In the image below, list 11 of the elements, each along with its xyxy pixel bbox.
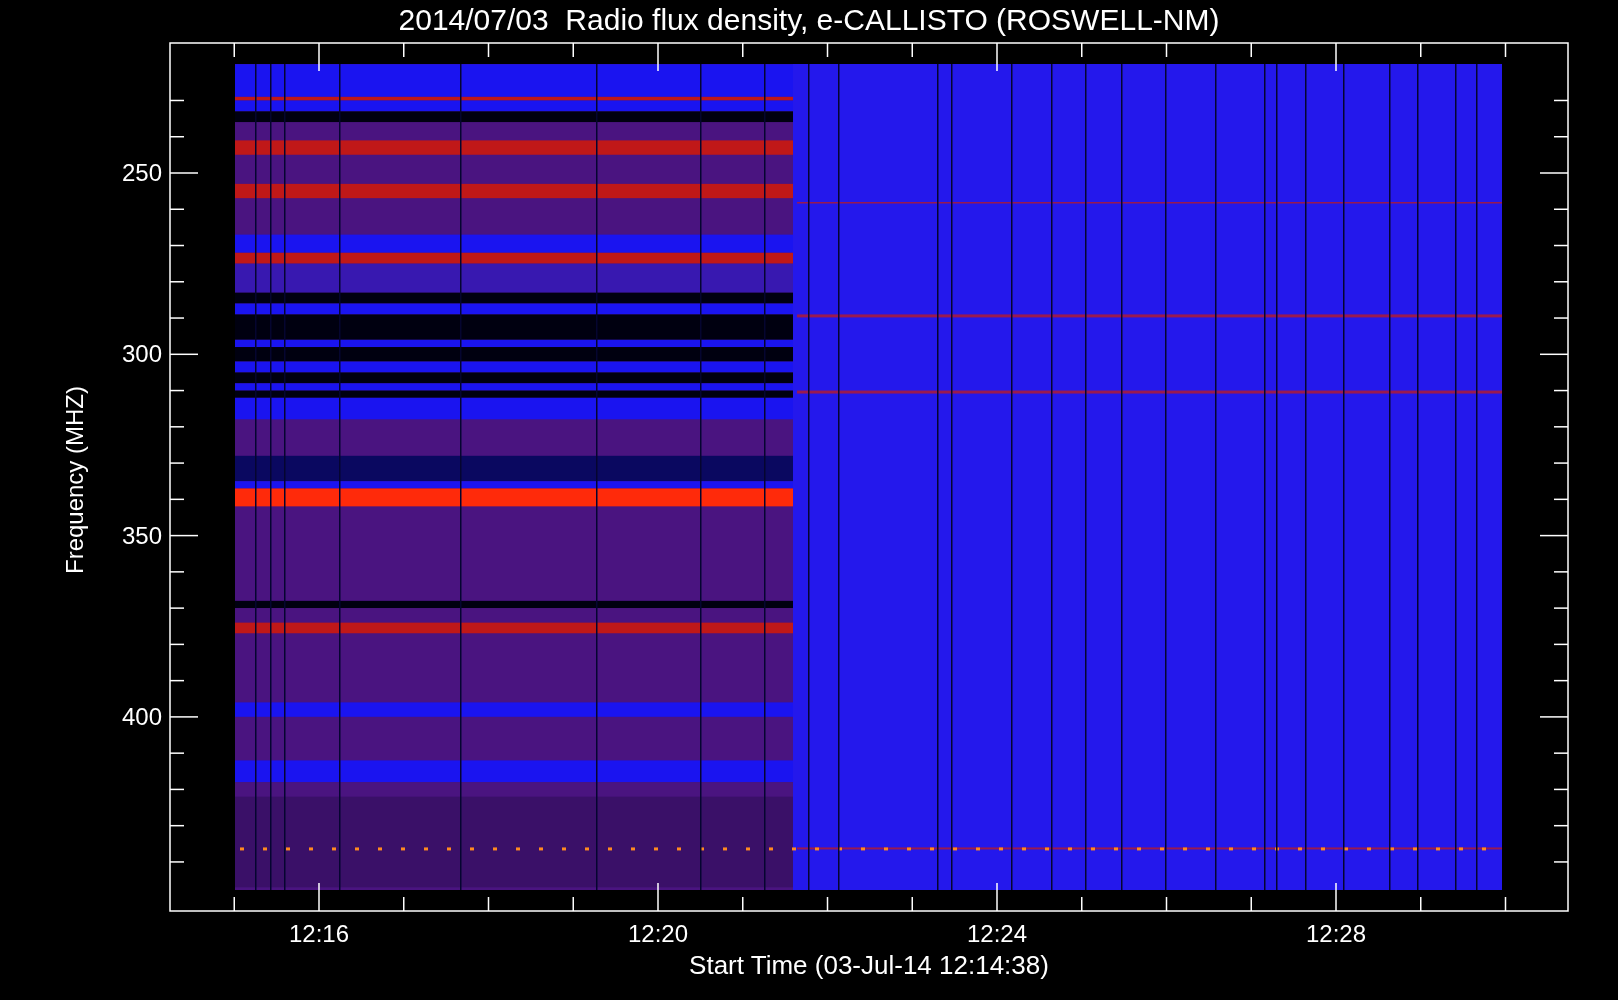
- x-axis-label: Start Time (03-Jul-14 12:14:38): [688, 950, 1050, 980]
- y-tick-label: 400: [120, 702, 162, 731]
- y-axis-label: Frequency (MHZ): [61, 386, 89, 574]
- x-tick-label: 12:20: [626, 920, 690, 948]
- y-tick-label: 250: [120, 159, 162, 187]
- x-tick-label: 12:16: [287, 920, 351, 948]
- x-tick-label: 12:28: [1304, 920, 1368, 948]
- y-tick-label: 300: [120, 340, 162, 369]
- plot-title: 2014/07/03 Radio flux density, e-CALLISTO (ROSWELL-NM): [397, 2, 1221, 38]
- y-tick-label: 350: [120, 521, 162, 550]
- x-tick-label: 12:24: [965, 920, 1029, 948]
